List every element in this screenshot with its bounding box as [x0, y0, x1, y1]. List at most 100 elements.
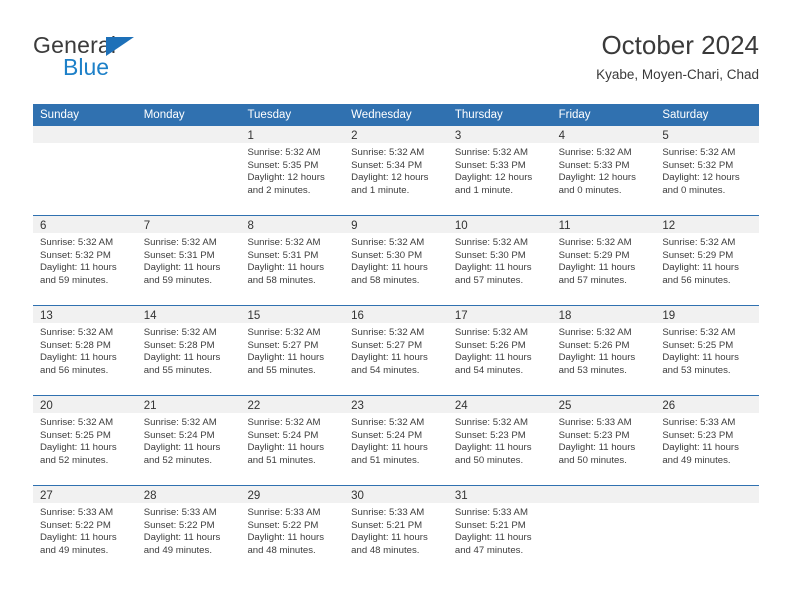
day-details: Sunrise: 5:32 AM Sunset: 5:29 PM Dayligh… [655, 233, 759, 287]
day-cell[interactable]: 27 Sunrise: 5:33 AM Sunset: 5:22 PM Dayl… [33, 486, 137, 576]
day-details: Sunrise: 5:32 AM Sunset: 5:32 PM Dayligh… [33, 233, 137, 287]
day-cell[interactable]: 7 Sunrise: 5:32 AM Sunset: 5:31 PM Dayli… [136, 216, 241, 305]
sunset-text: Sunset: 5:21 PM [454, 519, 526, 531]
day-cell[interactable]: 14 Sunrise: 5:32 AM Sunset: 5:28 PM Dayl… [136, 306, 241, 395]
daylight-text-line2: and 53 minutes. [558, 364, 627, 376]
day-number-band [551, 486, 656, 503]
day-cell[interactable]: 17 Sunrise: 5:32 AM Sunset: 5:26 PM Dayl… [447, 306, 552, 395]
day-number-band: 3 [447, 126, 552, 143]
day-number: 26 [662, 400, 676, 412]
daylight-text-line1: Daylight: 11 hours [351, 532, 428, 544]
daylight-text-line2: and 55 minutes. [247, 364, 316, 376]
day-number: 11 [558, 220, 571, 232]
day-number: 4 [558, 130, 565, 142]
day-cell[interactable]: 28 Sunrise: 5:33 AM Sunset: 5:22 PM Dayl… [136, 486, 241, 576]
logo-triangle-icon [106, 37, 134, 56]
weekday-header-thursday: Thursday [454, 109, 503, 121]
day-cell[interactable]: 8 Sunrise: 5:32 AM Sunset: 5:31 PM Dayli… [240, 216, 345, 305]
day-cell[interactable] [655, 486, 760, 576]
day-number-band: 19 [655, 306, 760, 323]
day-number-band: 14 [136, 306, 241, 323]
day-cell[interactable]: 1 Sunrise: 5:32 AM Sunset: 5:35 PM Dayli… [240, 126, 345, 215]
day-number: 20 [40, 400, 53, 412]
sunrise-text: Sunrise: 5:32 AM [40, 327, 114, 338]
location-subtitle: Kyabe, Moyen-Chari, Chad [596, 67, 759, 82]
day-number-band: 8 [240, 216, 345, 233]
day-number-band: 26 [655, 396, 760, 413]
daylight-text-line1: Daylight: 11 hours [351, 442, 428, 454]
day-details: Sunrise: 5:32 AM Sunset: 5:28 PM Dayligh… [33, 323, 137, 377]
weekday-header-monday: Monday [143, 109, 185, 121]
sunset-text: Sunset: 5:30 PM [351, 249, 423, 261]
day-number: 15 [247, 310, 261, 322]
daylight-text-line2: and 49 minutes. [662, 454, 731, 466]
sunrise-text: Sunrise: 5:32 AM [662, 327, 736, 338]
sunset-text: Sunset: 5:31 PM [143, 249, 215, 261]
day-cell[interactable] [551, 486, 656, 576]
calendar-grid: Sunday Monday Tuesday Wednesday Thursday… [33, 104, 760, 576]
day-number: 2 [351, 130, 358, 142]
day-cell[interactable]: 12 Sunrise: 5:32 AM Sunset: 5:29 PM Dayl… [655, 216, 760, 305]
sunrise-text: Sunrise: 5:32 AM [454, 237, 528, 248]
daylight-text-line2: and 59 minutes. [143, 274, 212, 286]
day-cell[interactable]: 6 Sunrise: 5:32 AM Sunset: 5:32 PM Dayli… [33, 216, 137, 305]
sunset-text: Sunset: 5:25 PM [40, 429, 111, 441]
daylight-text-line2: and 49 minutes. [143, 544, 212, 556]
weekday-header-tuesday: Tuesday [247, 109, 292, 121]
daylight-text-line2: and 0 minutes. [662, 184, 726, 196]
day-cell[interactable]: 15 Sunrise: 5:32 AM Sunset: 5:27 PM Dayl… [240, 306, 345, 395]
day-cell[interactable]: 20 Sunrise: 5:32 AM Sunset: 5:25 PM Dayl… [33, 396, 137, 485]
day-cell[interactable]: 31 Sunrise: 5:33 AM Sunset: 5:21 PM Dayl… [447, 486, 552, 576]
sunrise-text: Sunrise: 5:32 AM [143, 417, 217, 428]
day-cell[interactable]: 4 Sunrise: 5:32 AM Sunset: 5:33 PM Dayli… [551, 126, 656, 215]
day-number: 17 [454, 310, 468, 322]
day-cell[interactable]: 29 Sunrise: 5:33 AM Sunset: 5:22 PM Dayl… [240, 486, 345, 576]
sunset-text: Sunset: 5:23 PM [662, 429, 734, 441]
day-cell[interactable]: 2 Sunrise: 5:32 AM Sunset: 5:34 PM Dayli… [344, 126, 448, 215]
sunrise-text: Sunrise: 5:32 AM [454, 327, 528, 338]
day-cell[interactable]: 16 Sunrise: 5:32 AM Sunset: 5:27 PM Dayl… [344, 306, 448, 395]
daylight-text-line2: and 58 minutes. [247, 274, 316, 286]
day-cell[interactable]: 11 Sunrise: 5:32 AM Sunset: 5:29 PM Dayl… [551, 216, 656, 305]
daylight-text-line1: Daylight: 11 hours [351, 262, 428, 274]
daylight-text-line1: Daylight: 11 hours [40, 442, 117, 454]
day-cell[interactable]: 18 Sunrise: 5:32 AM Sunset: 5:26 PM Dayl… [551, 306, 656, 395]
day-cell[interactable]: 13 Sunrise: 5:32 AM Sunset: 5:28 PM Dayl… [33, 306, 137, 395]
day-number: 13 [40, 310, 53, 322]
day-cell[interactable] [136, 126, 241, 215]
general-blue-logo[interactable]: General Blue [33, 32, 233, 92]
sunrise-text: Sunrise: 5:32 AM [558, 147, 632, 158]
day-cell[interactable]: 19 Sunrise: 5:32 AM Sunset: 5:25 PM Dayl… [655, 306, 760, 395]
sunrise-text: Sunrise: 5:32 AM [351, 417, 425, 428]
day-number: 8 [247, 220, 254, 232]
day-number-band: 27 [33, 486, 137, 503]
day-cell[interactable] [33, 126, 137, 215]
day-cell[interactable]: 5 Sunrise: 5:32 AM Sunset: 5:32 PM Dayli… [655, 126, 760, 215]
day-number: 27 [40, 490, 53, 502]
day-cell[interactable]: 9 Sunrise: 5:32 AM Sunset: 5:30 PM Dayli… [344, 216, 448, 305]
day-cell[interactable]: 10 Sunrise: 5:32 AM Sunset: 5:30 PM Dayl… [447, 216, 552, 305]
day-cell[interactable]: 30 Sunrise: 5:33 AM Sunset: 5:21 PM Dayl… [344, 486, 448, 576]
day-cell[interactable]: 24 Sunrise: 5:32 AM Sunset: 5:23 PM Dayl… [447, 396, 552, 485]
day-number-band: 25 [551, 396, 656, 413]
day-cell[interactable]: 21 Sunrise: 5:32 AM Sunset: 5:24 PM Dayl… [136, 396, 241, 485]
title-block: October 2024 Kyabe, Moyen-Chari, Chad [596, 28, 759, 84]
day-number: 5 [662, 130, 669, 142]
day-details: Sunrise: 5:32 AM Sunset: 5:35 PM Dayligh… [240, 143, 344, 197]
day-details: Sunrise: 5:32 AM Sunset: 5:31 PM Dayligh… [137, 233, 241, 287]
sunset-text: Sunset: 5:33 PM [558, 159, 630, 171]
day-cell[interactable]: 25 Sunrise: 5:33 AM Sunset: 5:23 PM Dayl… [551, 396, 656, 485]
daylight-text-line1: Daylight: 11 hours [662, 352, 739, 364]
day-number: 10 [454, 220, 468, 232]
day-cell[interactable]: 3 Sunrise: 5:32 AM Sunset: 5:33 PM Dayli… [447, 126, 552, 215]
day-cell[interactable]: 22 Sunrise: 5:32 AM Sunset: 5:24 PM Dayl… [240, 396, 345, 485]
day-cell[interactable]: 26 Sunrise: 5:33 AM Sunset: 5:23 PM Dayl… [655, 396, 760, 485]
day-cell[interactable]: 23 Sunrise: 5:32 AM Sunset: 5:24 PM Dayl… [344, 396, 448, 485]
daylight-text-line2: and 54 minutes. [351, 364, 420, 376]
day-details: Sunrise: 5:32 AM Sunset: 5:30 PM Dayligh… [344, 233, 448, 287]
daylight-text-line1: Daylight: 11 hours [558, 262, 636, 274]
daylight-text-line1: Daylight: 11 hours [143, 442, 221, 454]
daylight-text-line2: and 56 minutes. [662, 274, 731, 286]
sunset-text: Sunset: 5:24 PM [247, 429, 319, 441]
sunrise-text: Sunrise: 5:32 AM [40, 237, 114, 248]
